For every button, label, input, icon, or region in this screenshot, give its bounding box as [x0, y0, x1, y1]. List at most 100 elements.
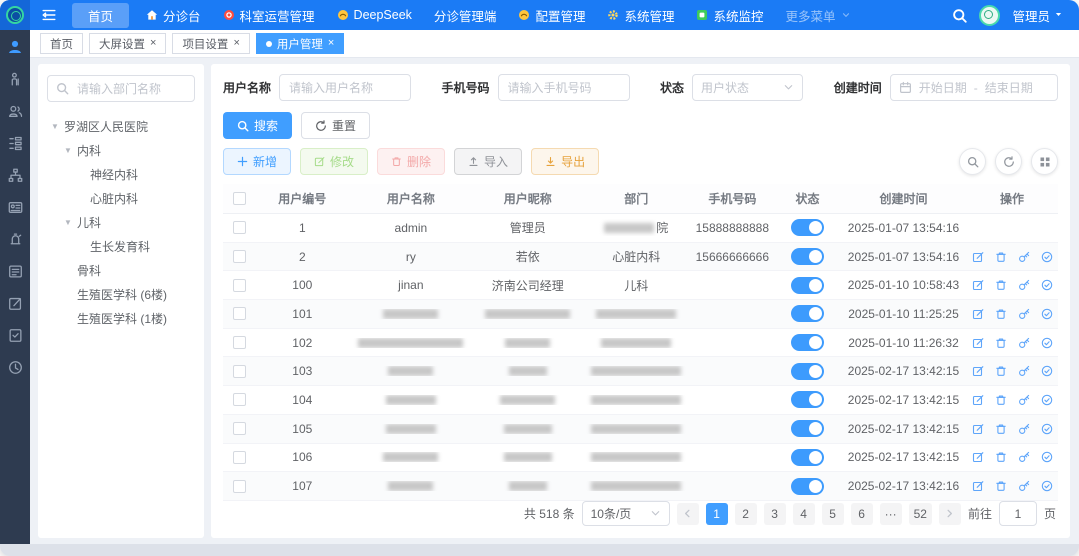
nav-item-7[interactable]: 系统管理 — [596, 0, 685, 30]
status-toggle[interactable] — [791, 391, 824, 408]
tab-2[interactable]: 大屏设置× — [89, 33, 166, 54]
tab-1[interactable]: 首页 — [40, 33, 83, 54]
row-assign-role-icon[interactable] — [1041, 423, 1053, 435]
row-delete-icon[interactable] — [995, 365, 1007, 377]
page-button-52[interactable]: 52 — [909, 503, 932, 525]
row-assign-role-icon[interactable] — [1041, 394, 1053, 406]
row-checkbox[interactable] — [233, 451, 246, 464]
sidebar-collapse-icon[interactable] — [30, 8, 66, 22]
row-edit-icon[interactable] — [972, 337, 984, 349]
user-avatar[interactable] — [979, 5, 1000, 26]
department-search-input[interactable] — [75, 81, 186, 97]
tree-node-3[interactable]: 神经内科 — [47, 162, 195, 186]
row-assign-role-icon[interactable] — [1041, 337, 1053, 349]
status-toggle[interactable] — [791, 478, 824, 495]
row-checkbox[interactable] — [233, 279, 246, 292]
nav-item-2[interactable]: 分诊台 — [135, 0, 212, 30]
tree-node-1[interactable]: ▼罗湖区人民医院 — [47, 114, 195, 138]
sidebar-id-card-icon[interactable] — [7, 199, 23, 215]
delete-button[interactable]: 删除 — [377, 148, 445, 175]
tree-node-7[interactable]: 骨科 — [47, 258, 195, 282]
row-delete-icon[interactable] — [995, 394, 1007, 406]
page-size-select[interactable]: 10条/页 — [582, 501, 670, 526]
page-button-3[interactable]: 3 — [764, 503, 786, 525]
row-checkbox[interactable] — [233, 422, 246, 435]
status-toggle[interactable] — [791, 219, 824, 236]
toggle-search-button[interactable] — [959, 148, 986, 175]
page-button-4[interactable]: 4 — [793, 503, 815, 525]
row-edit-icon[interactable] — [972, 308, 984, 320]
reset-button[interactable]: 重置 — [301, 112, 370, 139]
page-button-6[interactable]: 6 — [851, 503, 873, 525]
nav-item-1[interactable]: 首页 — [72, 3, 129, 28]
nav-item-5[interactable]: 分诊管理端 — [423, 0, 508, 30]
row-reset-password-icon[interactable] — [1018, 337, 1030, 349]
sidebar-org-chart-icon[interactable] — [7, 167, 23, 183]
row-delete-icon[interactable] — [995, 279, 1007, 291]
sidebar-person-cane-icon[interactable] — [7, 71, 23, 87]
row-assign-role-icon[interactable] — [1041, 251, 1053, 263]
status-toggle[interactable] — [791, 363, 824, 380]
row-reset-password-icon[interactable] — [1018, 423, 1030, 435]
nav-item-9[interactable]: 更多菜单 — [774, 0, 861, 30]
tree-node-5[interactable]: ▼儿科 — [47, 210, 195, 234]
import-button[interactable]: 导入 — [454, 148, 522, 175]
nav-item-8[interactable]: 系统监控 — [685, 0, 774, 30]
row-edit-icon[interactable] — [972, 279, 984, 291]
status-toggle[interactable] — [791, 248, 824, 265]
nav-item-4[interactable]: DeepSeek — [326, 0, 423, 30]
row-delete-icon[interactable] — [995, 308, 1007, 320]
sidebar-globe-icon[interactable] — [7, 359, 23, 375]
sidebar-user-icon[interactable] — [7, 39, 23, 55]
row-reset-password-icon[interactable] — [1018, 308, 1030, 320]
page-button-2[interactable]: 2 — [735, 503, 757, 525]
row-assign-role-icon[interactable] — [1041, 308, 1053, 320]
status-toggle[interactable] — [791, 277, 824, 294]
row-delete-icon[interactable] — [995, 423, 1007, 435]
column-settings-button[interactable] — [1031, 148, 1058, 175]
sidebar-audit-icon[interactable] — [7, 327, 23, 343]
sidebar-tree-menu-icon[interactable] — [7, 135, 23, 151]
status-select[interactable]: 用户状态 — [692, 74, 803, 101]
row-reset-password-icon[interactable] — [1018, 251, 1030, 263]
tab-close-icon[interactable]: × — [233, 38, 239, 49]
tab-close-icon[interactable]: × — [328, 38, 334, 49]
phone-input[interactable] — [498, 74, 630, 101]
tree-node-9[interactable]: 生殖医学科 (1楼) — [47, 306, 195, 330]
sidebar-alarm-icon[interactable] — [7, 231, 23, 247]
row-edit-icon[interactable] — [972, 365, 984, 377]
refresh-table-button[interactable] — [995, 148, 1022, 175]
row-checkbox[interactable] — [233, 221, 246, 234]
row-edit-icon[interactable] — [972, 423, 984, 435]
export-button[interactable]: 导出 — [531, 148, 599, 175]
row-checkbox[interactable] — [233, 250, 246, 263]
status-toggle[interactable] — [791, 420, 824, 437]
row-reset-password-icon[interactable] — [1018, 394, 1030, 406]
page-button-1[interactable]: 1 — [706, 503, 728, 525]
tree-expand-icon[interactable]: ▼ — [51, 122, 60, 131]
modify-button[interactable]: 修改 — [300, 148, 368, 175]
row-edit-icon[interactable] — [972, 394, 984, 406]
tree-node-2[interactable]: ▼内科 — [47, 138, 195, 162]
page-button-5[interactable]: 5 — [822, 503, 844, 525]
row-assign-role-icon[interactable] — [1041, 451, 1053, 463]
goto-page-input[interactable] — [999, 501, 1037, 526]
tree-expand-icon[interactable]: ▼ — [64, 218, 73, 227]
tab-4[interactable]: 用户管理× — [256, 33, 344, 54]
row-reset-password-icon[interactable] — [1018, 365, 1030, 377]
row-delete-icon[interactable] — [995, 251, 1007, 263]
row-reset-password-icon[interactable] — [1018, 279, 1030, 291]
tab-close-icon[interactable]: × — [150, 38, 156, 49]
nav-item-6[interactable]: 配置管理 — [507, 0, 596, 30]
status-toggle[interactable] — [791, 449, 824, 466]
row-assign-role-icon[interactable] — [1041, 279, 1053, 291]
add-button[interactable]: 新增 — [223, 148, 291, 175]
tree-expand-icon[interactable]: ▼ — [64, 146, 73, 155]
tab-3[interactable]: 项目设置× — [172, 33, 249, 54]
row-checkbox[interactable] — [233, 393, 246, 406]
status-toggle[interactable] — [791, 305, 824, 322]
row-assign-role-icon[interactable] — [1041, 365, 1053, 377]
search-button[interactable]: 搜索 — [223, 112, 292, 139]
status-toggle[interactable] — [791, 334, 824, 351]
username-input[interactable] — [279, 74, 411, 101]
